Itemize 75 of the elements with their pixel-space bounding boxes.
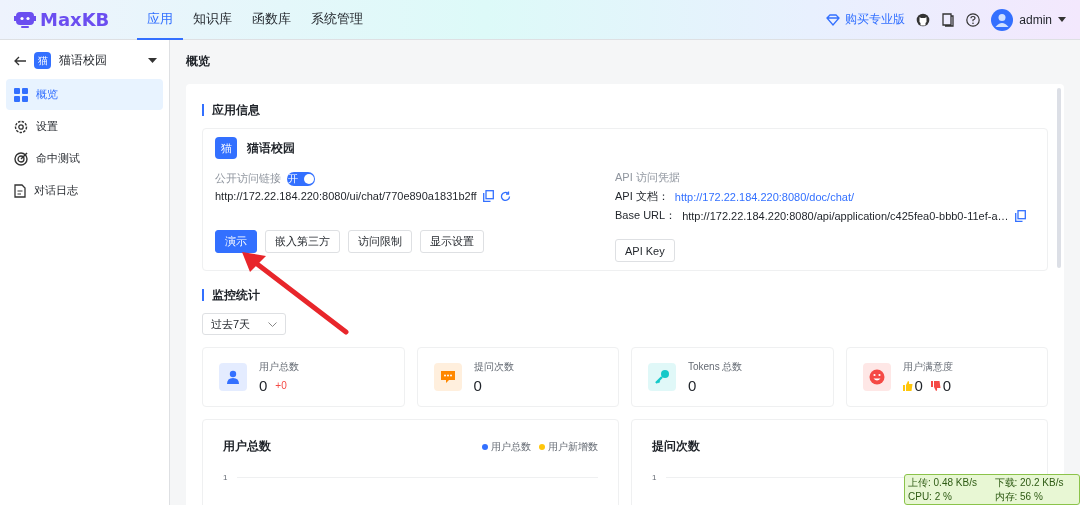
toggle-switch[interactable]: 开 bbox=[287, 171, 315, 186]
back-arrow-icon[interactable] bbox=[14, 55, 26, 66]
stat-label: 用户满意度 bbox=[902, 360, 953, 374]
action-button[interactable]: 演示 bbox=[215, 230, 257, 253]
stat-delta: +0 bbox=[275, 380, 287, 391]
field-label: Base URL： bbox=[615, 208, 677, 223]
diamond-icon bbox=[826, 13, 841, 26]
nav-tab[interactable]: 系统管理 bbox=[301, 0, 374, 40]
api-key-button[interactable]: API Key bbox=[615, 239, 675, 262]
help-icon[interactable] bbox=[966, 12, 981, 27]
sidebar-item[interactable]: 对话日志 bbox=[6, 175, 163, 206]
api-doc-link[interactable]: http://172.22.184.220:8080/doc/chat/ bbox=[674, 190, 854, 203]
sidebar-item[interactable]: 概览 bbox=[6, 79, 163, 110]
field-label: API 访问凭据 bbox=[615, 170, 681, 185]
nav-tab[interactable]: 函数库 bbox=[242, 0, 302, 40]
settings-icon bbox=[14, 119, 28, 134]
field-label: 公开访问链接 bbox=[215, 171, 281, 186]
caret-icon[interactable] bbox=[148, 58, 157, 63]
stat-value: 0 bbox=[688, 377, 697, 394]
public-url: http://172.22.184.220:8080/ui/chat/770e890a1831b2ff bbox=[215, 190, 477, 202]
user-name[interactable]: admin bbox=[1019, 12, 1052, 27]
caret-icon[interactable] bbox=[1058, 17, 1066, 22]
stat-value: 0 bbox=[259, 377, 268, 394]
smiley-icon bbox=[868, 369, 885, 385]
action-button[interactable]: 访问限制 bbox=[348, 230, 412, 253]
app-name: 猫语校园 bbox=[247, 139, 295, 157]
page-title: 概览 bbox=[186, 53, 211, 70]
scrollbar[interactable] bbox=[1057, 88, 1061, 268]
chart-title: 用户总数 bbox=[223, 438, 271, 455]
action-button[interactable]: 嵌入第三方 bbox=[265, 230, 340, 253]
range-dropdown[interactable]: 过去7天 bbox=[202, 313, 286, 335]
avatar-icon[interactable] bbox=[991, 8, 1014, 31]
robot-logo-icon bbox=[14, 10, 36, 29]
chart-title: 提问次数 bbox=[652, 438, 700, 455]
axis-tick-label: 1 bbox=[652, 473, 657, 482]
sidebar-item[interactable]: 设置 bbox=[6, 111, 163, 142]
copy-icon[interactable] bbox=[1014, 209, 1026, 222]
section-heading: 应用信息 bbox=[202, 104, 1048, 116]
user-icon bbox=[226, 370, 240, 384]
app-avatar: 猫 bbox=[34, 52, 51, 69]
cpu-usage: CPU: 2 % bbox=[908, 490, 953, 504]
target-icon bbox=[14, 151, 28, 166]
logo-text: MaxKB bbox=[40, 9, 110, 30]
upgrade-link[interactable]: 购买专业版 bbox=[845, 11, 906, 28]
legend-label: 用户总数 bbox=[491, 439, 531, 454]
legend-label: 用户新增数 bbox=[548, 439, 598, 454]
refresh-icon[interactable] bbox=[499, 190, 511, 202]
stat-label: 提问次数 bbox=[473, 360, 514, 374]
key-icon bbox=[654, 369, 670, 385]
app-name[interactable]: 猫语校园 bbox=[59, 52, 107, 69]
likes-count: 0 bbox=[914, 377, 923, 394]
stat-value: 0 bbox=[473, 377, 482, 394]
copy-icon[interactable] bbox=[482, 190, 494, 202]
dislikes-count: 0 bbox=[942, 377, 952, 394]
sidebar-item[interactable]: 命中测试 bbox=[6, 143, 163, 174]
upload-speed: 上传: 0.48 KB/s bbox=[908, 476, 978, 490]
chevron-down-icon bbox=[268, 321, 277, 327]
stat-label: 用户总数 bbox=[259, 360, 299, 374]
download-speed: 下载: 20.2 KB/s bbox=[994, 476, 1065, 490]
action-button[interactable]: 显示设置 bbox=[420, 230, 484, 253]
document-icon bbox=[14, 183, 26, 198]
section-heading: 监控统计 bbox=[202, 289, 1048, 301]
grid-icon bbox=[14, 87, 28, 102]
nav-tab[interactable]: 知识库 bbox=[183, 0, 243, 40]
chat-bubble-icon bbox=[439, 370, 456, 384]
stat-label: Tokens 总数 bbox=[688, 360, 743, 374]
github-icon[interactable] bbox=[916, 12, 931, 27]
field-label: API 文档： bbox=[615, 189, 669, 204]
axis-tick-label: 1 bbox=[223, 473, 228, 482]
thumbs-up-icon bbox=[902, 380, 913, 391]
memory-usage: 内存: 56 % bbox=[994, 490, 1044, 504]
thumbs-down-icon bbox=[930, 380, 941, 391]
app-avatar: 猫 bbox=[215, 137, 237, 159]
base-url: http://172.22.184.220:8080/api/application/c425fea0-bbb0-11ef-a… bbox=[682, 209, 1009, 222]
book-icon[interactable] bbox=[941, 12, 956, 27]
